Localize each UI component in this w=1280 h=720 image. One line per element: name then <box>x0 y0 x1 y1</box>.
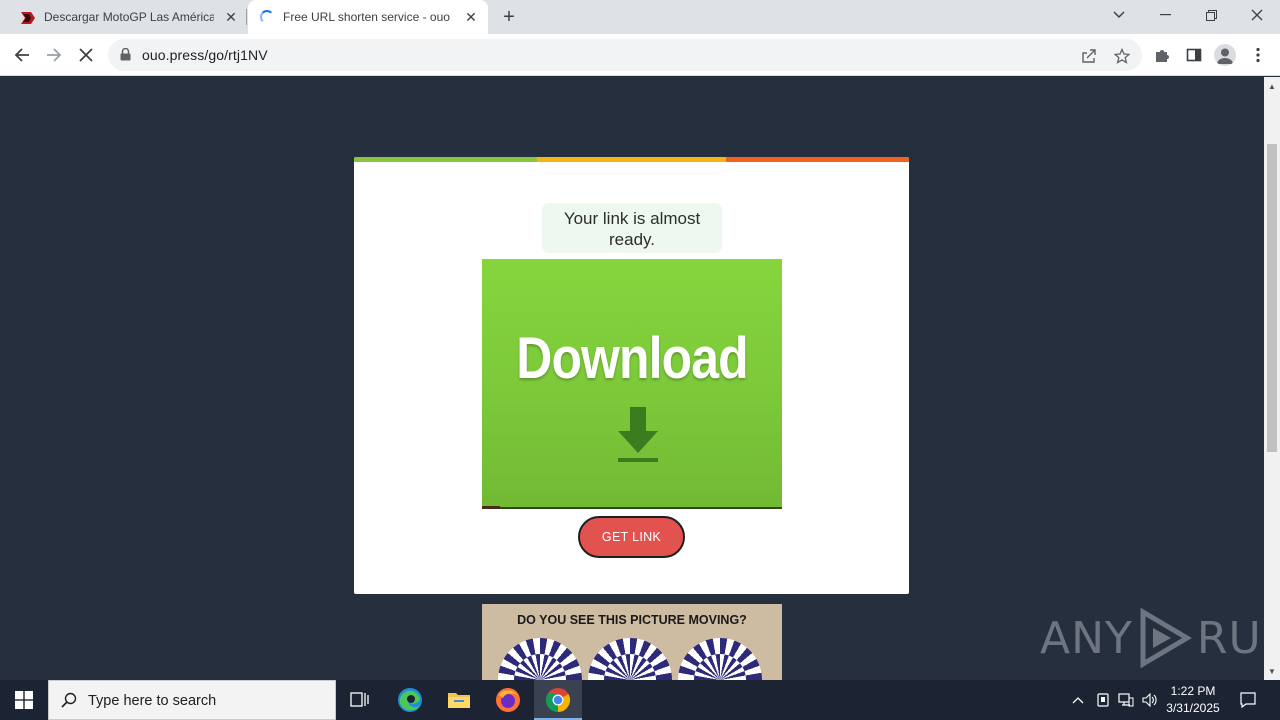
stop-loading-button[interactable] <box>72 41 100 69</box>
clock-time: 1:22 PM <box>1170 684 1216 698</box>
forward-arrow-icon <box>47 48 62 62</box>
side-panel-button[interactable] <box>1180 41 1208 69</box>
network-button[interactable] <box>1116 680 1136 720</box>
download-arrow-icon <box>618 407 658 462</box>
chrome-taskbar-button[interactable] <box>534 680 582 720</box>
person-icon <box>1217 48 1233 64</box>
taskbar-clock[interactable]: 1:22 PM 3/31/2025 <box>1160 683 1226 717</box>
edge-icon <box>398 688 422 712</box>
tab-motogp[interactable]: Descargar MotoGP Las Américas ✕ <box>8 0 246 34</box>
edge-taskbar-button[interactable] <box>386 680 434 720</box>
star-icon <box>1114 48 1130 64</box>
chevron-up-icon <box>1072 697 1084 704</box>
headline-box: Your link is almost ready. <box>542 203 722 253</box>
minimize-button[interactable] <box>1142 0 1188 30</box>
kebab-menu-icon <box>1256 47 1260 63</box>
page-scrollbar[interactable]: ▲ ▼ <box>1264 77 1280 680</box>
url-text[interactable]: ouo.press/go/rtj1NV <box>142 47 268 63</box>
tray-device-button[interactable] <box>1093 680 1113 720</box>
restore-button[interactable] <box>1188 0 1234 30</box>
speaker-icon <box>1142 693 1157 707</box>
search-icon <box>61 692 77 708</box>
windows-taskbar: Type here to search 1:22 PM 3/31/2025 <box>0 680 1280 720</box>
profile-avatar[interactable] <box>1214 44 1236 66</box>
stripe-green <box>354 157 537 162</box>
bookmark-star-icon[interactable] <box>1112 46 1132 66</box>
tab-divider <box>246 9 247 25</box>
puzzle-icon <box>1156 50 1169 62</box>
tab-close-icon[interactable]: ✕ <box>223 9 239 25</box>
start-button[interactable] <box>0 680 48 720</box>
back-button[interactable] <box>8 41 36 69</box>
ad-download-text: Download <box>516 326 748 391</box>
loading-spinner-icon <box>260 10 274 24</box>
new-tab-button[interactable]: + <box>498 6 520 28</box>
anyrun-watermark: ANY RUN <box>1040 606 1280 670</box>
ad-progress-bar <box>482 506 500 509</box>
ad2-title: DO YOU SEE THIS PICTURE MOVING? <box>517 613 747 627</box>
chrome-menu-button[interactable] <box>1244 41 1272 69</box>
tab-ouo-active[interactable]: Free URL shorten service - ouo.p ✕ <box>248 0 488 34</box>
firefox-taskbar-button[interactable] <box>484 680 532 720</box>
file-explorer-icon <box>448 693 470 708</box>
minimize-icon <box>1159 14 1171 16</box>
taskbar-search-box[interactable]: Type here to search <box>48 680 336 720</box>
forward-button[interactable] <box>40 41 68 69</box>
chevron-down-icon <box>1113 11 1125 19</box>
firefox-icon <box>496 688 520 712</box>
link-card: Your link is almost ready. Download GET … <box>354 157 909 594</box>
search-placeholder: Type here to search <box>88 693 217 709</box>
stripe-yellow <box>537 157 726 162</box>
card-color-stripe <box>354 157 909 162</box>
share-icon[interactable] <box>1079 46 1099 66</box>
tab-search-button[interactable] <box>1096 0 1142 30</box>
browser-toolbar: ouo.press/go/rtj1NV <box>0 34 1280 76</box>
extensions-button[interactable] <box>1148 41 1176 69</box>
scroll-thumb[interactable] <box>1267 144 1277 452</box>
clock-date: 3/31/2025 <box>1166 701 1220 715</box>
play-logo-icon <box>1140 608 1192 668</box>
tab-title: Descargar MotoGP Las Américas <box>44 10 214 24</box>
share-glyph-icon <box>1082 49 1096 63</box>
tab-title: Free URL shorten service - ouo.p <box>283 10 451 24</box>
volume-button[interactable] <box>1140 680 1160 720</box>
lock-icon[interactable] <box>120 48 131 61</box>
close-icon <box>1251 9 1263 21</box>
file-explorer-taskbar-button[interactable] <box>435 680 483 720</box>
get-link-button[interactable]: GET LINK <box>578 516 685 558</box>
motogp-favicon-icon <box>21 12 35 24</box>
ad-bottom-bar <box>482 507 782 509</box>
illusion-circle-graphic <box>498 638 582 680</box>
close-window-button[interactable] <box>1234 0 1280 30</box>
notification-icon <box>1240 692 1256 708</box>
show-hidden-icons-button[interactable] <box>1068 680 1088 720</box>
address-bar[interactable]: ouo.press/go/rtj1NV <box>108 39 1142 71</box>
headline-text: Your link is almost ready. <box>563 209 701 249</box>
windows-logo-icon <box>15 691 33 709</box>
task-view-icon <box>350 692 369 707</box>
page-viewport: Your link is almost ready. Download GET … <box>0 77 1264 680</box>
chrome-icon <box>545 688 571 712</box>
illusion-circle-graphic <box>678 638 762 680</box>
tab-strip: Descargar MotoGP Las Américas ✕ Free URL… <box>0 0 1280 34</box>
task-view-button[interactable] <box>336 680 384 720</box>
scroll-up-arrow-icon[interactable]: ▲ <box>1264 79 1280 93</box>
network-icon <box>1118 693 1134 707</box>
download-ad-banner[interactable]: Download <box>482 259 782 509</box>
tab-close-icon[interactable]: ✕ <box>463 9 479 25</box>
stripe-orange <box>726 157 909 162</box>
side-panel-icon <box>1186 48 1202 62</box>
notifications-button[interactable] <box>1234 680 1262 720</box>
scroll-down-arrow-icon[interactable]: ▼ <box>1264 664 1280 678</box>
stop-icon <box>79 48 93 62</box>
illusion-ad-banner[interactable]: DO YOU SEE THIS PICTURE MOVING? <box>482 604 782 680</box>
illusion-circle-graphic <box>588 638 672 680</box>
restore-icon <box>1205 9 1217 21</box>
back-arrow-icon <box>14 48 29 62</box>
watermark-left-text: ANY <box>1040 612 1133 664</box>
device-icon <box>1097 693 1109 707</box>
